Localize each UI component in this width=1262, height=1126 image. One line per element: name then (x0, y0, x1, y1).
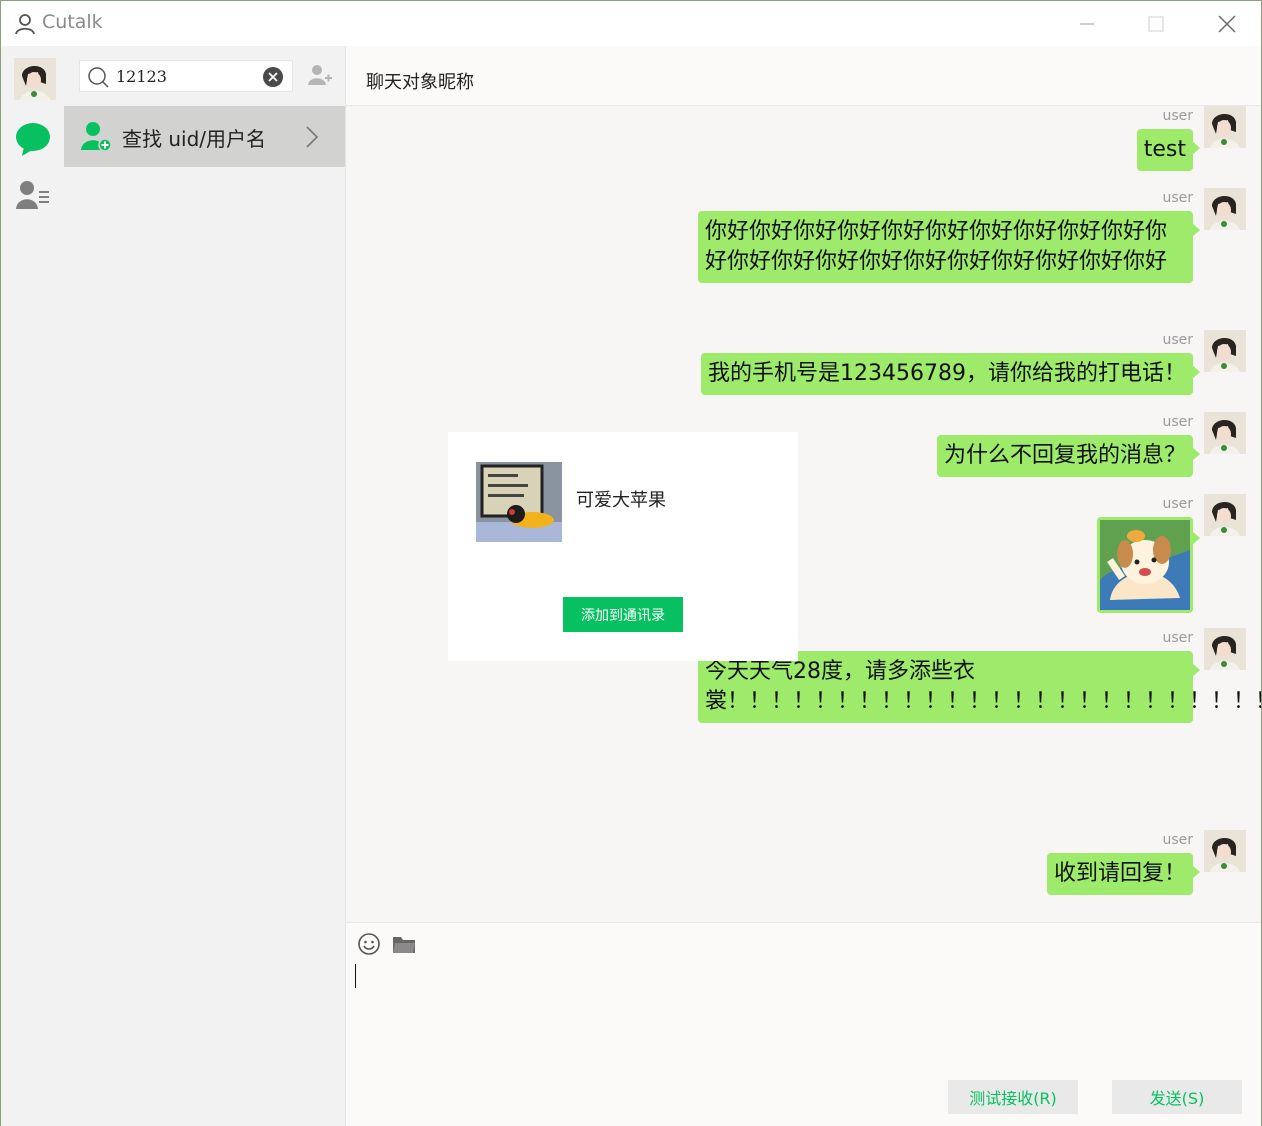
message-input[interactable] (354, 963, 1254, 1073)
message-bubble[interactable]: test (1136, 129, 1201, 171)
chat-header: 聊天对象昵称 (346, 46, 1261, 106)
sender-name: user (1162, 496, 1193, 512)
close-button[interactable] (1203, 1, 1251, 46)
user-outline-icon (15, 14, 35, 35)
add-contact-icon[interactable] (308, 64, 332, 86)
sender-name: user (1162, 832, 1193, 848)
chevron-right-icon (306, 126, 319, 148)
side-nav (1, 46, 64, 1126)
emoji-icon[interactable] (357, 932, 381, 956)
test-receive-button[interactable]: 测试接收(R) (948, 1080, 1078, 1114)
contact-name: 可爱大苹果 (576, 490, 666, 511)
minimize-button[interactable] (1063, 1, 1111, 46)
image-message-bubble[interactable] (1097, 517, 1200, 613)
sender-avatar[interactable] (1204, 188, 1246, 230)
app-window: Cutalk 12123 查找 uid/用户名 聊天对象昵称 user test… (0, 0, 1262, 1126)
sender-avatar[interactable] (1204, 494, 1246, 536)
clear-circle-icon[interactable] (262, 66, 284, 88)
message-composer: 测试接收(R) 发送(S) (346, 922, 1261, 1126)
contact-list-panel: 查找 uid/用户名 (64, 46, 346, 1126)
contact-avatar (476, 462, 562, 542)
app-title: Cutalk (42, 11, 103, 33)
sender-avatar[interactable] (1204, 830, 1246, 872)
search-input[interactable] (116, 65, 256, 87)
sender-avatar[interactable] (1204, 412, 1246, 454)
sender-avatar[interactable] (1204, 330, 1246, 372)
message-bubble[interactable]: 你好你好你好你好你好你好你好你好你好你好你好你好你好你好你好你好你好你好你好你好… (698, 211, 1200, 283)
send-button[interactable]: 发送(S) (1112, 1080, 1242, 1114)
text-caret (355, 964, 356, 988)
chat-area: 聊天对象昵称 user test user 你好你好你好你好你好你好你好你好你好… (346, 46, 1261, 1126)
sender-name: user (1162, 630, 1193, 646)
sender-name: user (1162, 414, 1193, 430)
contact-card-popup: 可爱大苹果 添加到通讯录 (448, 432, 798, 661)
maximize-icon (1148, 16, 1164, 31)
message-bubble[interactable]: 为什么不回复我的消息？ (936, 435, 1201, 477)
search-box[interactable] (79, 60, 293, 92)
cartoon-dog-sticker (1100, 520, 1190, 610)
my-avatar[interactable] (14, 58, 56, 100)
sender-name: user (1162, 332, 1193, 348)
message-bubble[interactable]: 收到请回复！ (1046, 853, 1201, 895)
add-user-icon (81, 122, 112, 152)
find-user-row[interactable]: 查找 uid/用户名 (64, 106, 345, 167)
folder-icon[interactable] (392, 933, 416, 955)
contacts-icon[interactable] (15, 179, 51, 211)
message-bubble[interactable]: 今天天气28度，请多添些衣裳！！！！！！！！！！！！！！！！！！！！！！！！！！… (698, 651, 1261, 723)
search-icon (88, 67, 109, 88)
message-list[interactable]: user test user 你好你好你好你好你好你好你好你好你好你好你好你好你… (346, 106, 1261, 922)
message-bubble[interactable]: 我的手机号是123456789，请你给我的打电话！ (701, 353, 1200, 395)
sender-avatar[interactable] (1204, 628, 1246, 670)
title-bar: Cutalk (1, 1, 1261, 46)
chat-bubble-icon[interactable] (14, 120, 52, 158)
find-user-label: 查找 uid/用户名 (122, 127, 267, 151)
close-icon (1218, 15, 1236, 32)
sender-avatar[interactable] (1204, 106, 1246, 148)
sender-name: user (1162, 108, 1193, 124)
chat-title: 聊天对象昵称 (366, 72, 474, 93)
maximize-button[interactable] (1132, 1, 1180, 46)
add-to-contacts-button[interactable]: 添加到通讯录 (563, 597, 683, 632)
minimize-icon (1080, 23, 1094, 24)
sender-name: user (1162, 190, 1193, 206)
